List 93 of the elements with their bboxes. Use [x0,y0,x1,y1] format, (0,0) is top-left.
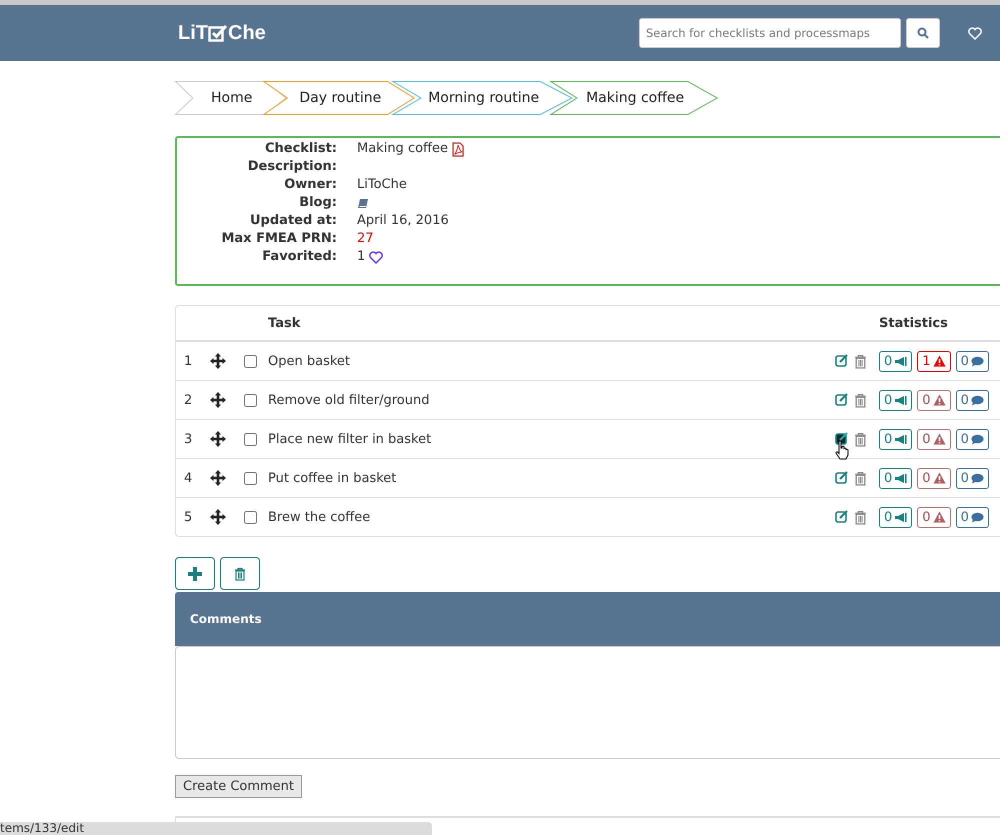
task-checkbox[interactable] [244,394,257,406]
field-label: Blog: [298,194,337,212]
comments-count-button[interactable]: 0 [956,506,989,528]
heart-icon[interactable] [369,250,384,264]
megaphone-icon [894,356,908,366]
speech-bubble-icon [970,434,984,444]
risks-count-button[interactable]: 1 [917,350,951,372]
favorites-icon[interactable] [968,26,982,40]
speech-bubble-icon [970,512,984,522]
delete-button[interactable] [220,557,260,590]
megaphone-icon [894,512,908,522]
warning-icon [932,472,946,484]
task-checkbox[interactable] [244,472,257,484]
comments-count-button[interactable]: 0 [956,350,989,372]
trash-icon[interactable] [234,566,246,580]
task-name: Place new filter in basket [268,432,432,446]
field-value: April 16, 2016 [357,212,449,230]
field-label: Owner: [283,176,337,194]
warning-icon [932,433,946,445]
status-url: tems/133/edit [0,822,86,835]
speech-bubble-icon [970,472,984,484]
search-field[interactable]: Search for checklists and processmaps [639,18,901,48]
field-value: LiToChe [357,176,407,194]
field-value: 1 [357,248,366,266]
search-icon [917,27,929,39]
trash-icon[interactable] [854,392,867,408]
speech-bubble-icon [970,394,984,406]
task-checkbox[interactable] [244,510,257,524]
panel-title: Comments [190,612,262,626]
megaphone-icon [894,434,908,444]
move-icon[interactable] [210,509,226,525]
column-header: Task [268,316,302,330]
notes-count-button[interactable]: 0 [879,428,912,450]
comments-count-button[interactable]: 0 [956,468,989,488]
breadcrumb-link[interactable]: Making coffee [550,81,718,115]
task-checkbox[interactable] [244,354,257,368]
task-name: Open basket [268,354,352,368]
hand-cursor-icon [835,440,849,460]
field-value: Making coffee [357,140,448,158]
row-number: 1 [183,354,194,368]
move-icon[interactable] [210,392,226,408]
search-button[interactable] [906,18,940,48]
field-label: Favorited: [261,248,337,266]
column-header: Statistics [879,316,949,330]
create-comment-button[interactable]: Create Comment [175,775,302,798]
checkbox-icon [208,24,228,42]
move-icon[interactable] [210,431,226,447]
move-icon[interactable] [210,470,226,486]
breadcrumb-link[interactable]: Morning routine [392,81,574,115]
notes-count-button[interactable]: 0 [879,350,912,372]
speech-bubble-icon [970,356,984,366]
book-icon[interactable] [357,198,369,208]
risks-count-button[interactable]: 0 [917,428,951,450]
add-button[interactable] [175,557,215,590]
comments-count-button[interactable]: 0 [956,428,989,450]
comment-field[interactable] [175,646,1000,759]
logo-text[interactable]: LiT [178,22,208,44]
breadcrumb-link[interactable]: Home [175,81,286,115]
megaphone-icon [894,472,908,484]
field-label: Checklist: [264,140,337,158]
pdf-icon[interactable] [452,142,464,156]
trash-icon[interactable] [854,470,867,486]
task-name: Brew the coffee [268,510,372,524]
risks-count-button[interactable]: 0 [917,506,951,528]
warning-icon [932,511,946,523]
row-number: 2 [183,392,194,408]
row-number: 4 [183,470,194,486]
task-checkbox[interactable] [244,432,257,446]
risks-count-button[interactable]: 0 [917,390,951,410]
field-label: Description: [246,158,337,176]
edit-icon[interactable] [835,432,849,446]
megaphone-icon [894,394,908,406]
breadcrumb-link[interactable]: Day routine [263,81,416,115]
field-label: Updated at: [249,212,337,230]
row-number: 5 [183,510,194,524]
trash-icon[interactable] [854,354,867,368]
task-name: Remove old filter/ground [268,392,430,408]
trash-icon[interactable] [854,432,867,446]
field-value: 27 [357,230,374,248]
warning-icon [932,394,946,406]
notes-count-button[interactable]: 0 [879,506,912,528]
notes-count-button[interactable]: 0 [879,468,912,488]
notes-count-button[interactable]: 0 [879,390,912,410]
field-label: Max FMEA PRN: [220,230,337,248]
risks-count-button[interactable]: 0 [917,468,951,488]
logo-text[interactable]: Che [228,22,266,44]
move-icon[interactable] [210,353,226,369]
task-name: Put coffee in basket [268,470,398,486]
row-number: 3 [183,432,194,446]
trash-icon[interactable] [854,510,867,524]
plus-icon [188,566,202,580]
warning-icon [932,355,946,367]
comments-count-button[interactable]: 0 [956,390,989,410]
